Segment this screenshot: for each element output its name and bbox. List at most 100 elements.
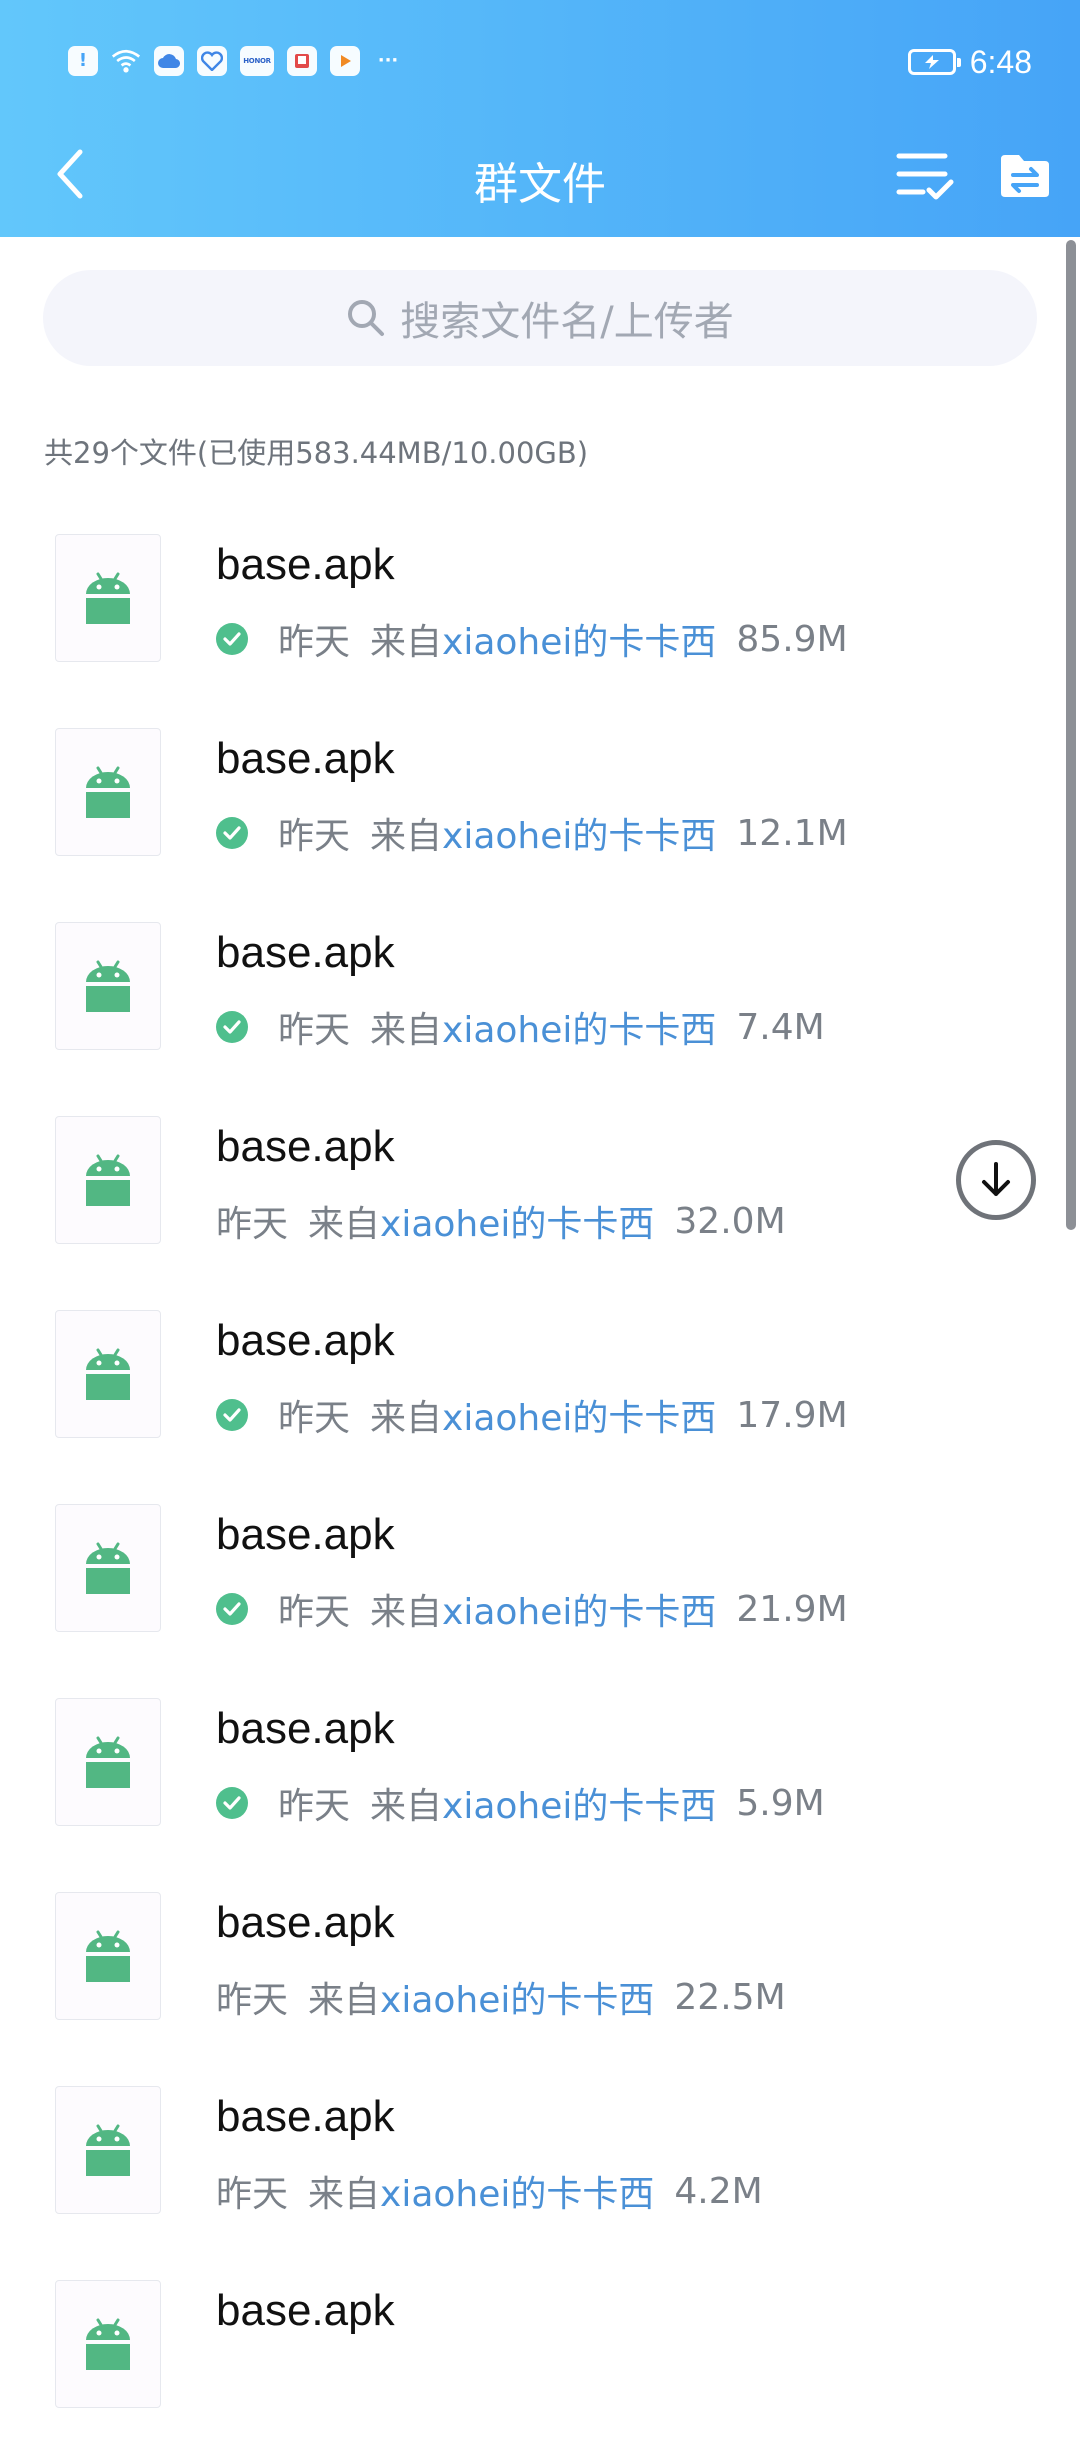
file-meta: 昨天 来自 xiaohei的卡卡西 4.2M: [216, 2165, 763, 2217]
uploader-link[interactable]: xiaohei的卡卡西: [442, 1777, 716, 1829]
clock: 6:48: [969, 43, 1032, 80]
honor-icon: HONOR: [240, 46, 274, 76]
apk-thumbnail: [55, 1892, 161, 2020]
uploader-link[interactable]: xiaohei的卡卡西: [442, 1001, 716, 1053]
file-meta: 昨天 来自 xiaohei的卡卡西 22.5M: [216, 1971, 786, 2023]
from-label: 来自: [308, 2174, 381, 2215]
status-icons: ! HONOR ···: [68, 46, 403, 76]
upload-date: 昨天: [278, 622, 351, 663]
file-size: 22.5M: [674, 1976, 786, 2018]
file-name: base.apk: [216, 1510, 395, 1559]
file-meta: 昨天 来自 xiaohei的卡卡西 7.4M: [216, 1001, 825, 1053]
uploader-link[interactable]: xiaohei的卡卡西: [380, 2165, 654, 2217]
file-size: 12.1M: [736, 812, 848, 854]
status-right: 6:48: [907, 40, 1032, 84]
from-label: 来自: [308, 1980, 381, 2021]
video-icon: [330, 46, 360, 76]
android-icon: [86, 766, 130, 818]
upload-date: 昨天: [216, 2174, 289, 2215]
from-label: 来自: [370, 1592, 443, 1633]
status-bar: ! HONOR ··· 6:48: [0, 0, 1080, 124]
file-row[interactable]: base.apk 昨天 来自 xiaohei的卡卡西 21.9M: [0, 1492, 1080, 1686]
apk-thumbnail: [55, 1504, 161, 1632]
file-size: 4.2M: [674, 2170, 763, 2212]
android-icon: [86, 2124, 130, 2176]
file-name: base.apk: [216, 540, 395, 589]
downloaded-check-icon: [216, 1399, 248, 1431]
scrollbar[interactable]: [1066, 240, 1076, 1230]
uploader-link[interactable]: xiaohei的卡卡西: [442, 1583, 716, 1635]
file-name: base.apk: [216, 928, 395, 977]
file-row[interactable]: base.apk 昨天 来自 xiaohei的卡卡西 85.9M: [0, 522, 1080, 716]
cloud-icon: [154, 46, 184, 76]
file-row[interactable]: base.apk: [0, 2268, 1080, 2462]
uploader-link[interactable]: xiaohei的卡卡西: [442, 807, 716, 859]
upload-date: 昨天: [216, 1204, 289, 1245]
android-icon: [86, 1348, 130, 1400]
more-icon: ···: [377, 50, 399, 71]
downloaded-check-icon: [216, 1593, 248, 1625]
downloaded-check-icon: [216, 817, 248, 849]
android-icon: [86, 1542, 130, 1594]
file-size: 7.4M: [736, 1006, 825, 1048]
file-size: 5.9M: [736, 1782, 825, 1824]
health-icon: [197, 46, 227, 76]
file-meta: 昨天 来自 xiaohei的卡卡西 5.9M: [216, 1777, 825, 1829]
uploader-link[interactable]: xiaohei的卡卡西: [442, 1389, 716, 1441]
file-name: base.apk: [216, 1704, 395, 1753]
file-name: base.apk: [216, 1898, 395, 1947]
multi-select-button[interactable]: [893, 144, 957, 208]
search-icon: [348, 300, 385, 336]
downloaded-check-icon: [216, 1011, 248, 1043]
file-size: 85.9M: [736, 618, 848, 660]
upload-date: 昨天: [278, 1786, 351, 1827]
battery-charging-icon: [907, 49, 961, 75]
from-label: 来自: [370, 1786, 443, 1827]
file-name: base.apk: [216, 1316, 395, 1365]
apk-thumbnail: [55, 1698, 161, 1826]
wifi-icon: [111, 46, 141, 76]
file-size: 17.9M: [736, 1394, 848, 1436]
download-arrow-icon: [982, 1162, 1010, 1196]
search-input[interactable]: 搜索文件名/上传者: [43, 270, 1037, 366]
file-row[interactable]: base.apk 昨天 来自 xiaohei的卡卡西 5.9M: [0, 1686, 1080, 1880]
downloaded-check-icon: [216, 623, 248, 655]
file-row[interactable]: base.apk 昨天 来自 xiaohei的卡卡西 4.2M: [0, 2074, 1080, 2268]
download-button[interactable]: [956, 1140, 1036, 1220]
from-label: 来自: [370, 816, 443, 857]
apk-thumbnail: [55, 534, 161, 662]
file-row[interactable]: base.apk 昨天 来自 xiaohei的卡卡西 12.1M: [0, 716, 1080, 910]
file-row[interactable]: base.apk 昨天 来自 xiaohei的卡卡西 17.9M: [0, 1298, 1080, 1492]
file-row[interactable]: base.apk 昨天 来自 xiaohei的卡卡西 32.0M: [0, 1104, 1080, 1298]
file-name: base.apk: [216, 2286, 395, 2335]
search-placeholder: 搜索文件名/上传者: [400, 299, 734, 345]
file-size: 32.0M: [674, 1200, 786, 1242]
header: ! HONOR ··· 6:48 群文件: [0, 0, 1080, 237]
file-name: base.apk: [216, 2092, 395, 2141]
apk-thumbnail: [55, 1310, 161, 1438]
uploader-link[interactable]: xiaohei的卡卡西: [380, 1971, 654, 2023]
from-label: 来自: [370, 622, 443, 663]
android-icon: [86, 960, 130, 1012]
from-label: 来自: [370, 1010, 443, 1051]
folder-transfer-button[interactable]: [993, 144, 1057, 208]
checklist-icon: [896, 153, 954, 200]
file-row[interactable]: base.apk 昨天 来自 xiaohei的卡卡西 22.5M: [0, 1880, 1080, 2074]
uploader-link[interactable]: xiaohei的卡卡西: [380, 1195, 654, 1247]
uploader-link[interactable]: xiaohei的卡卡西: [442, 613, 716, 665]
apk-thumbnail: [55, 2086, 161, 2214]
upload-date: 昨天: [278, 1398, 351, 1439]
storage-summary: 共29个文件(已使用583.44MB/10.00GB): [44, 436, 589, 470]
file-meta: 昨天 来自 xiaohei的卡卡西 32.0M: [216, 1195, 786, 1247]
android-icon: [86, 2318, 130, 2370]
file-row[interactable]: base.apk 昨天 来自 xiaohei的卡卡西 7.4M: [0, 910, 1080, 1104]
apk-thumbnail: [55, 1116, 161, 1244]
file-meta: 昨天 来自 xiaohei的卡卡西 21.9M: [216, 1583, 848, 1635]
file-list: base.apk 昨天 来自 xiaohei的卡卡西 85.9M base.ap…: [0, 522, 1080, 2462]
android-icon: [86, 572, 130, 624]
apk-thumbnail: [55, 728, 161, 856]
upload-date: 昨天: [278, 816, 351, 857]
upload-date: 昨天: [278, 1010, 351, 1051]
file-name: base.apk: [216, 734, 395, 783]
android-icon: [86, 1154, 130, 1206]
